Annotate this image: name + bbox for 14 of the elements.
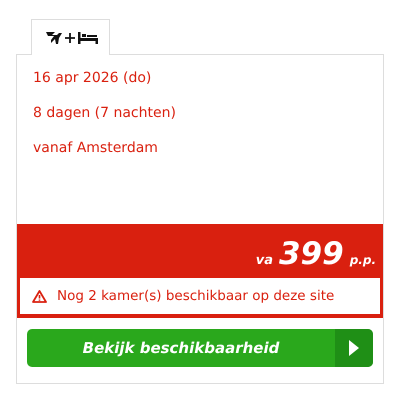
availability-button[interactable]: Bekijk beschikbaarheid (27, 329, 373, 367)
trip-detail: 16 apr 2026 (do) (33, 69, 152, 88)
play-arrow-icon (349, 340, 359, 356)
plane-icon (44, 30, 62, 46)
trip-detail: 8 dagen (7 nachten) (33, 104, 177, 123)
plus-icon (64, 32, 74, 42)
price-prefix: va (256, 253, 273, 268)
bed-icon (78, 32, 98, 44)
price-amount: 399 (278, 236, 344, 272)
flight-hotel-tab[interactable] (31, 19, 110, 55)
trip-detail: vanaf Amsterdam (33, 139, 159, 158)
price-suffix: p.p. (350, 253, 376, 267)
warning-icon (32, 290, 47, 302)
notice-text: Nog 2 kamer(s) beschikbaar op deze site (57, 288, 334, 304)
